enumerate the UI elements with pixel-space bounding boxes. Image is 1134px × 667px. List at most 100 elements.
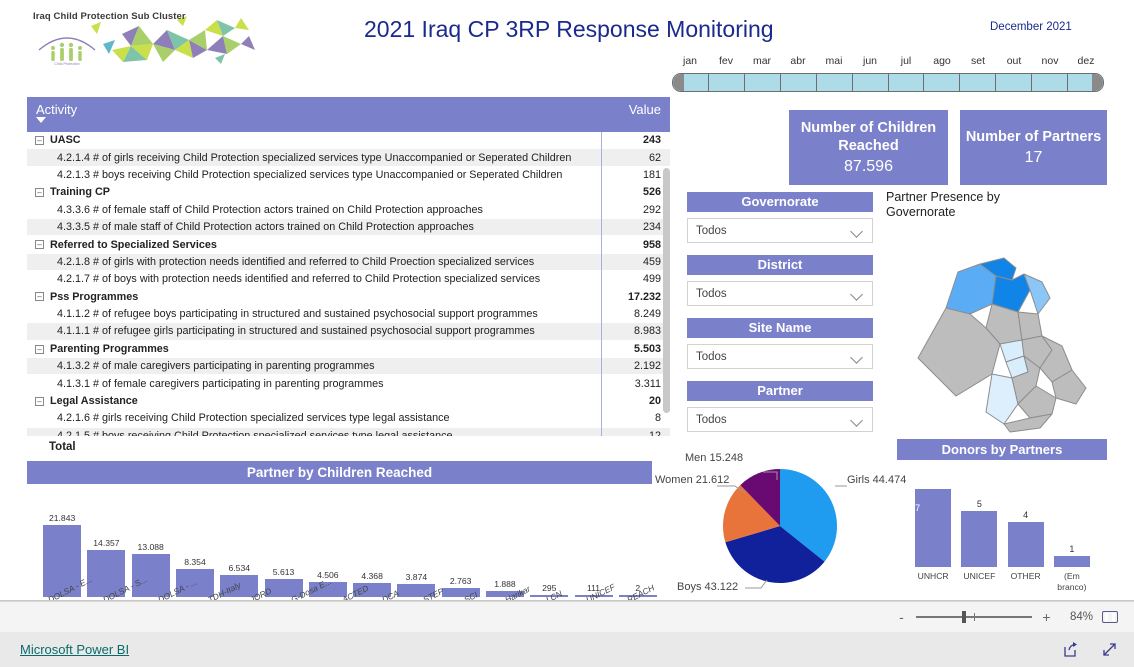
map-title: Partner Presence by Governorate xyxy=(886,190,1000,219)
row-value: 8.249 xyxy=(633,308,661,321)
pie-label-men: Men 15.248 xyxy=(685,452,744,464)
activity-matrix-table[interactable]: Activity Value – UASC 243 4.2.1.4 # of girl… xyxy=(27,97,670,457)
pie-svg[interactable] xyxy=(655,448,895,603)
slicer-site-name-dropdown[interactable]: Todos xyxy=(687,344,873,369)
iraq-choropleth-map[interactable] xyxy=(900,228,1112,440)
microsoft-power-bi-link[interactable]: Microsoft Power BI xyxy=(20,642,129,657)
collapse-toggle-icon[interactable]: – xyxy=(35,344,44,354)
bar-column[interactable]: 2.763 xyxy=(439,492,483,597)
footer-bar: Microsoft Power BI xyxy=(0,632,1134,667)
zoom-out-button[interactable]: - xyxy=(896,609,907,625)
bar[interactable] xyxy=(1007,522,1044,567)
row-value: 5.503 xyxy=(633,342,661,355)
row-value: 499 xyxy=(642,273,661,286)
month-labels: jan fev mar abr mai jun jul ago set out nov dez xyxy=(672,55,1104,71)
slicer-governorate-dropdown[interactable]: Todos xyxy=(687,218,873,243)
month-cell-ago[interactable] xyxy=(924,74,961,91)
fullscreen-icon[interactable] xyxy=(1101,641,1118,658)
month-label-fev: fev xyxy=(718,55,733,67)
slicer-partner-dropdown[interactable]: Todos xyxy=(687,407,873,432)
table-row[interactable]: – Legal Assistance 20 xyxy=(27,392,670,411)
column-header-activity[interactable]: Activity xyxy=(27,97,602,123)
table-row[interactable]: – Pss Programmes 17.232 xyxy=(27,288,670,306)
slicer-handle-left[interactable] xyxy=(673,74,684,91)
bar-column[interactable]: 5.613 xyxy=(261,492,305,597)
chevron-down-icon[interactable] xyxy=(851,353,864,361)
month-cell-mar[interactable] xyxy=(744,74,781,91)
table-row[interactable]: 4.1.3.2 # of male caregivers participati… xyxy=(27,358,670,376)
table-row[interactable]: 4.2.1.6 # girls receiving Child Protecti… xyxy=(27,410,670,428)
bar-column[interactable]: 4 xyxy=(1003,510,1049,567)
slicer-handle-right[interactable] xyxy=(1092,74,1103,91)
collapse-toggle-icon[interactable]: – xyxy=(35,188,44,197)
iraq-map-svg[interactable] xyxy=(900,228,1112,440)
table-row[interactable]: – Parenting Programmes 5.503 xyxy=(27,340,670,359)
zoom-slider-thumb[interactable] xyxy=(962,611,966,624)
share-icon[interactable] xyxy=(1062,641,1079,658)
table-row[interactable]: – UASC 243 xyxy=(27,132,670,150)
row-value: 292 xyxy=(642,203,661,216)
month-cell-set[interactable] xyxy=(960,74,997,91)
chevron-down-icon[interactable] xyxy=(851,227,864,235)
table-row[interactable]: 4.2.1.7 # of boys with protection needs … xyxy=(27,271,670,289)
bar-column[interactable]: 4.368 xyxy=(350,492,394,597)
sort-descending-icon[interactable] xyxy=(36,117,46,123)
chevron-down-icon[interactable] xyxy=(851,416,864,424)
collapse-toggle-icon[interactable]: – xyxy=(35,240,44,250)
zoom-in-button[interactable]: + xyxy=(1041,609,1052,625)
table-row[interactable]: 4.3.3.5 # of male staff of Child Protect… xyxy=(27,218,670,237)
bar[interactable] xyxy=(961,511,998,567)
slicer-district: District Todos xyxy=(687,255,873,306)
table-row[interactable]: 4.2.1.3 # boys receiving Child Protectio… xyxy=(27,167,670,185)
month-label-jul: jul xyxy=(900,55,912,67)
month-cell-jul[interactable] xyxy=(888,74,925,91)
row-value: 234 xyxy=(642,221,661,234)
collapse-toggle-icon[interactable]: – xyxy=(35,292,44,302)
month-cell-nov[interactable] xyxy=(1032,74,1069,91)
partner-by-children-reached-chart[interactable]: 21.843 14.357 13.088 8.354 6.534 5.613 4.506 4.… xyxy=(40,492,660,605)
fit-to-screen-icon[interactable] xyxy=(1102,611,1118,623)
table-row[interactable]: 4.2.1.4 # of girls receiving Child Prote… xyxy=(27,149,670,167)
row-value: 2.192 xyxy=(633,360,661,373)
bar-column[interactable]: 1 xyxy=(1049,544,1095,567)
zoom-slider[interactable] xyxy=(916,611,1032,624)
collapse-toggle-icon[interactable]: – xyxy=(35,135,44,145)
month-cell-jun[interactable] xyxy=(852,74,889,91)
table-row[interactable]: 4.1.3.1 # of female caregivers participa… xyxy=(27,375,670,393)
page-title: 2021 Iraq CP 3RP Response Monitoring xyxy=(364,16,774,42)
collapse-toggle-icon[interactable]: – xyxy=(35,396,44,406)
table-row[interactable]: – Training CP 526 xyxy=(27,184,670,202)
matrix-total-row: Total xyxy=(27,436,670,457)
month-timeline-slicer[interactable]: jan fev mar abr mai jun jul ago set out nov dez xyxy=(672,55,1104,95)
slicer-site-name: Site Name Todos xyxy=(687,318,873,369)
slicer-district-dropdown[interactable]: Todos xyxy=(687,281,873,306)
table-row[interactable]: 4.1.1.2 # of refugee boys participating … xyxy=(27,306,670,324)
kpi-card-children-reached[interactable]: Number of Children Reached 87.596 xyxy=(789,110,948,185)
month-cell-fev[interactable] xyxy=(708,74,745,91)
row-label: – Training CP xyxy=(27,186,602,198)
bar-column[interactable]: 7 xyxy=(910,489,956,567)
row-label: – Pss Programmes xyxy=(27,291,602,303)
chevron-down-icon[interactable] xyxy=(851,290,864,298)
table-row[interactable]: 4.1.1.1 # of refugee girls participating… xyxy=(27,323,670,341)
matrix-vertical-scrollbar[interactable] xyxy=(663,168,670,413)
row-value: 459 xyxy=(642,255,661,268)
bar-column[interactable]: 111 xyxy=(571,492,615,597)
bar-column[interactable]: 5 xyxy=(956,499,1002,567)
table-row[interactable]: 4.3.3.6 # of female staff of Child Prote… xyxy=(27,202,670,219)
bar[interactable]: 7 xyxy=(915,489,952,567)
month-cell-abr[interactable] xyxy=(780,74,817,91)
bar-column[interactable]: 3.874 xyxy=(394,492,438,597)
kpi-card-partners[interactable]: Number of Partners 17 xyxy=(960,110,1107,185)
donors-by-partners-chart[interactable]: 7 5 4 1 UNHCR UNICEF OTHER (Em branco) xyxy=(910,482,1095,592)
bar[interactable] xyxy=(1053,555,1090,567)
bar-column[interactable]: 6.534 xyxy=(217,492,261,597)
table-row[interactable]: – Referred to Specialized Services 958 xyxy=(27,236,670,254)
table-row[interactable]: 4.2.1.8 # of girls with protection needs… xyxy=(27,253,670,272)
month-cell-mai[interactable] xyxy=(816,74,853,91)
month-track[interactable] xyxy=(672,73,1104,92)
month-cell-out[interactable] xyxy=(996,74,1033,91)
column-header-value[interactable]: Value xyxy=(602,97,670,117)
bar-value-label: 14.357 xyxy=(93,537,120,548)
population-breakdown-pie-chart[interactable]: Men 15.248 Women 21.612 Girls 44.474 Boy… xyxy=(655,448,906,603)
